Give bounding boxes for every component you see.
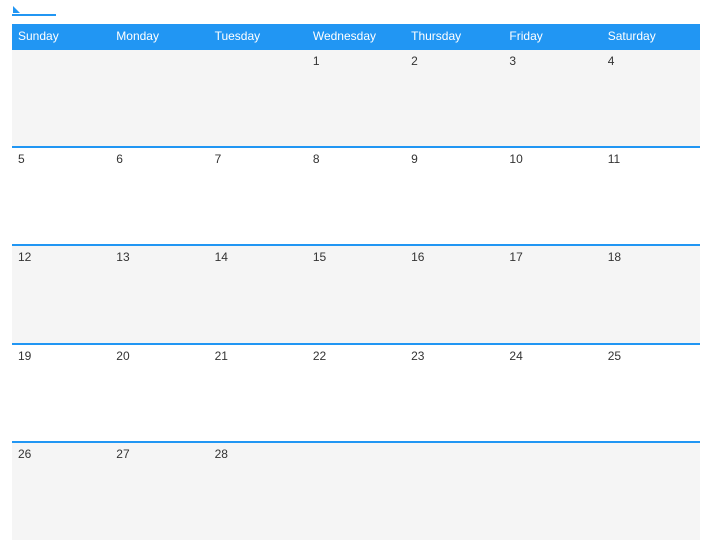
day-number: 10 [509, 152, 522, 166]
day-number: 22 [313, 349, 326, 363]
calendar-page: SundayMondayTuesdayWednesdayThursdayFrid… [0, 0, 712, 550]
day-number: 5 [18, 152, 25, 166]
calendar-day-cell: 7 [209, 147, 307, 245]
calendar-day-cell [110, 49, 208, 147]
calendar-day-cell [405, 442, 503, 540]
calendar-day-cell: 11 [602, 147, 700, 245]
calendar-day-cell: 3 [503, 49, 601, 147]
logo-line [12, 14, 56, 16]
calendar-day-cell: 17 [503, 245, 601, 343]
day-number: 24 [509, 349, 522, 363]
calendar-day-cell: 6 [110, 147, 208, 245]
calendar-day-cell: 8 [307, 147, 405, 245]
weekday-header: Friday [503, 24, 601, 49]
day-number: 2 [411, 54, 418, 68]
calendar-day-cell: 14 [209, 245, 307, 343]
day-number: 6 [116, 152, 123, 166]
day-number: 26 [18, 447, 31, 461]
calendar-day-cell: 2 [405, 49, 503, 147]
calendar-week-row: 1 2 3 4 [12, 49, 700, 147]
day-number: 4 [608, 54, 615, 68]
weekday-header: Wednesday [307, 24, 405, 49]
day-number: 13 [116, 250, 129, 264]
day-number: 25 [608, 349, 621, 363]
weekday-header: Monday [110, 24, 208, 49]
calendar-day-cell [602, 442, 700, 540]
day-number: 16 [411, 250, 424, 264]
day-number: 15 [313, 250, 326, 264]
calendar-day-cell: 25 [602, 344, 700, 442]
calendar-day-cell [12, 49, 110, 147]
day-number: 18 [608, 250, 621, 264]
logo-triangle-icon [13, 6, 20, 13]
calendar-day-cell: 24 [503, 344, 601, 442]
day-number: 12 [18, 250, 31, 264]
calendar-day-cell: 26 [12, 442, 110, 540]
day-number: 27 [116, 447, 129, 461]
calendar-day-cell: 20 [110, 344, 208, 442]
weekday-header: Saturday [602, 24, 700, 49]
calendar-day-cell: 23 [405, 344, 503, 442]
calendar-week-row: 5 6 7 8 9 10 11 [12, 147, 700, 245]
day-number: 19 [18, 349, 31, 363]
calendar-day-cell [503, 442, 601, 540]
day-number: 9 [411, 152, 418, 166]
weekday-header: Thursday [405, 24, 503, 49]
day-number: 21 [215, 349, 228, 363]
day-number: 11 [608, 152, 620, 166]
calendar-day-cell [307, 442, 405, 540]
day-number: 20 [116, 349, 129, 363]
calendar-day-cell: 5 [12, 147, 110, 245]
calendar-day-cell: 27 [110, 442, 208, 540]
day-number: 3 [509, 54, 516, 68]
day-number: 17 [509, 250, 522, 264]
calendar-day-cell: 28 [209, 442, 307, 540]
calendar-day-cell: 15 [307, 245, 405, 343]
day-number: 23 [411, 349, 424, 363]
calendar-day-cell: 9 [405, 147, 503, 245]
day-number: 14 [215, 250, 228, 264]
day-number: 8 [313, 152, 320, 166]
calendar-day-cell: 19 [12, 344, 110, 442]
calendar-day-cell: 1 [307, 49, 405, 147]
calendar-day-cell: 18 [602, 245, 700, 343]
calendar-day-cell [209, 49, 307, 147]
logo [12, 10, 58, 16]
calendar-day-cell: 4 [602, 49, 700, 147]
calendar-week-row: 26 27 28 [12, 442, 700, 540]
day-number: 1 [313, 54, 320, 68]
calendar-week-row: 19 20 21 22 23 24 25 [12, 344, 700, 442]
calendar-day-cell: 21 [209, 344, 307, 442]
calendar-day-cell: 22 [307, 344, 405, 442]
weekday-header: Tuesday [209, 24, 307, 49]
calendar-day-cell: 16 [405, 245, 503, 343]
calendar-day-cell: 13 [110, 245, 208, 343]
calendar-week-row: 12 13 14 15 16 17 18 [12, 245, 700, 343]
weekday-header-row: SundayMondayTuesdayWednesdayThursdayFrid… [12, 24, 700, 49]
day-number: 28 [215, 447, 228, 461]
calendar-day-cell: 10 [503, 147, 601, 245]
weekday-header: Sunday [12, 24, 110, 49]
header [12, 10, 700, 16]
day-number: 7 [215, 152, 222, 166]
calendar-day-cell: 12 [12, 245, 110, 343]
calendar-table: SundayMondayTuesdayWednesdayThursdayFrid… [12, 24, 700, 540]
